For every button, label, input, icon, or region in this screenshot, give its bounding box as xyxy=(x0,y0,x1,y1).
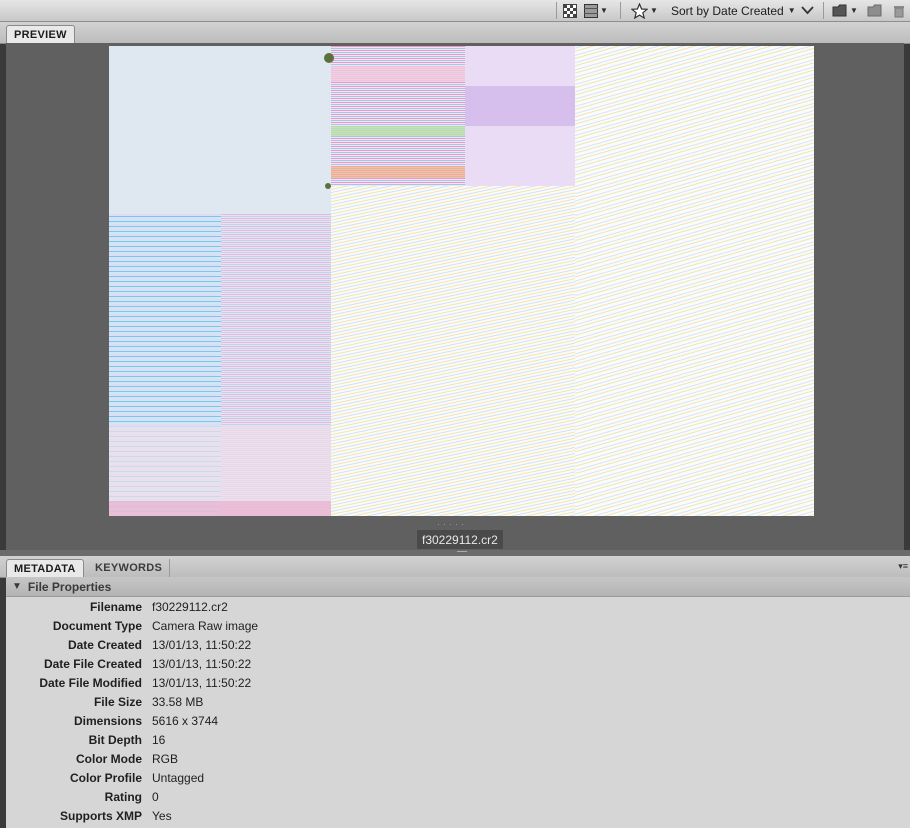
tab-preview[interactable]: PREVIEW xyxy=(6,25,75,43)
metadata-row: Filename f30229112.cr2 xyxy=(6,598,910,617)
sort-dropdown[interactable]: Sort by Date Created ▼ xyxy=(671,0,796,21)
chevron-down-icon: ▼ xyxy=(600,6,608,15)
metadata-row: Dimensions 5616 x 3744 xyxy=(6,712,910,731)
rating-filter-button[interactable]: ▼ xyxy=(631,0,658,21)
checker-icon xyxy=(563,3,577,18)
metadata-value: RGB xyxy=(152,752,179,766)
metadata-value: 16 xyxy=(152,733,166,747)
delete-button[interactable] xyxy=(893,0,905,21)
panel-menu-icon[interactable]: ▾≡ xyxy=(898,561,908,572)
metadata-label: Filename xyxy=(89,600,142,614)
disclosure-triangle-icon: ▼ xyxy=(12,581,22,592)
chevron-down-icon: ▼ xyxy=(850,6,858,15)
metadata-label: Document Type xyxy=(52,619,142,633)
metadata-row: Bit Depth 16 xyxy=(6,731,910,750)
metadata-row: File Size 33.58 MB xyxy=(6,693,910,712)
metadata-value: Untagged xyxy=(152,771,205,785)
open-recent-button[interactable]: ▼ xyxy=(832,0,858,21)
metadata-row: Supports XMP Yes xyxy=(6,807,910,826)
chevron-down-icon: ▼ xyxy=(787,6,796,15)
metadata-label: Date Created xyxy=(67,638,142,652)
toolbar-divider xyxy=(556,2,557,19)
metadata-row: Rating 0 xyxy=(6,788,910,807)
metadata-label: File Size xyxy=(93,695,142,709)
metadata-row: Color Profile Untagged xyxy=(6,769,910,788)
metadata-label: Supports XMP xyxy=(59,809,142,823)
star-filter-icon xyxy=(631,2,648,19)
grid-icon xyxy=(584,3,598,18)
metadata-panel: ▼ File Properties Filename f30229112.cr2… xyxy=(6,577,910,828)
new-folder-icon xyxy=(867,4,882,17)
metadata-tabbar: METADATA KEYWORDS ▾≡ xyxy=(0,556,910,578)
preview-filename: f30229112.cr2 xyxy=(417,530,503,549)
metadata-row: Color Mode RGB xyxy=(6,750,910,769)
metadata-value: Camera Raw image xyxy=(152,619,259,633)
section-title: File Properties xyxy=(27,579,112,594)
preview-image-graphic xyxy=(109,46,814,516)
grid-view-button[interactable]: ▼ xyxy=(584,0,608,21)
trash-icon xyxy=(894,5,904,17)
metadata-label: Dimensions xyxy=(73,714,142,728)
chevron-down-icon xyxy=(801,6,814,15)
metadata-row: Document Type Camera Raw image xyxy=(6,617,910,636)
metadata-value: 0 xyxy=(152,790,159,804)
filmstrip-dots: ····· xyxy=(437,519,467,529)
metadata-value: 13/01/13, 11:50:22 xyxy=(152,638,252,652)
metadata-value: 5616 x 3744 xyxy=(152,714,219,728)
metadata-value: f30229112.cr2 xyxy=(152,600,228,614)
toolbar-divider xyxy=(620,2,621,19)
metadata-value: 33.58 MB xyxy=(152,695,204,709)
sort-label: Sort by Date Created xyxy=(671,3,784,18)
preview-image xyxy=(109,46,814,516)
toolbar-divider xyxy=(823,2,824,19)
metadata-label: Date File Modified xyxy=(39,676,142,690)
preview-area: ····· f30229112.cr2 xyxy=(6,43,904,550)
section-file-properties[interactable]: ▼ File Properties xyxy=(6,577,910,597)
top-toolbar: ▼ ▼ Sort by Date Created ▼ ▼ xyxy=(0,0,910,22)
metadata-label: Date File Created xyxy=(43,657,142,671)
sort-direction-button[interactable] xyxy=(801,0,814,21)
folder-icon xyxy=(832,4,847,17)
checker-view-button[interactable] xyxy=(563,0,577,21)
metadata-label: Color Profile xyxy=(69,771,142,785)
new-folder-button[interactable] xyxy=(867,0,883,21)
metadata-value: 13/01/13, 11:50:22 xyxy=(152,676,252,690)
metadata-label: Rating xyxy=(104,790,142,804)
preview-tabbar: PREVIEW xyxy=(0,22,910,44)
tab-metadata[interactable]: METADATA xyxy=(6,559,84,577)
metadata-label: Color Mode xyxy=(76,752,142,766)
metadata-row: Date File Modified 13/01/13, 11:50:22 xyxy=(6,674,910,693)
metadata-label: Bit Depth xyxy=(88,733,142,747)
tab-keywords[interactable]: KEYWORDS xyxy=(88,559,171,577)
metadata-value: 13/01/13, 11:50:22 xyxy=(152,657,252,671)
metadata-row: Date Created 13/01/13, 11:50:22 xyxy=(6,636,910,655)
metadata-value: Yes xyxy=(152,809,172,823)
metadata-row: Date File Created 13/01/13, 11:50:22 xyxy=(6,655,910,674)
chevron-down-icon: ▼ xyxy=(650,6,658,15)
